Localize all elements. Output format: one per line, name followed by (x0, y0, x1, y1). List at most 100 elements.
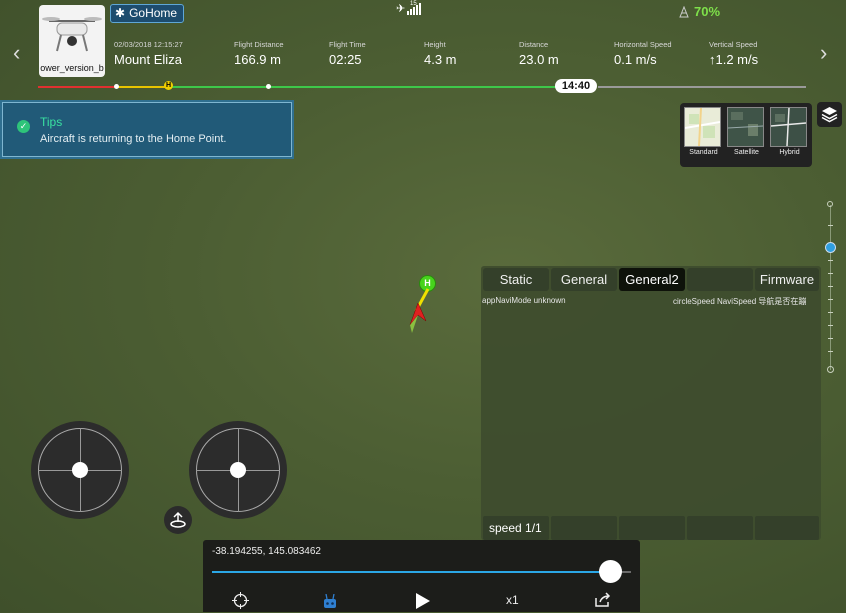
layers-icon (821, 107, 838, 123)
stat-label: Horizontal Speed (614, 40, 672, 49)
next-arrow-icon[interactable]: › (820, 40, 827, 66)
footer-cell (619, 516, 685, 540)
thumbnail-caption: ower_version_b (40, 63, 104, 73)
satellite-count: 15 (410, 1, 417, 7)
stat-value: 4.3 m (424, 52, 457, 67)
tab-general2[interactable]: General2 (619, 268, 685, 291)
stat-label: Flight Distance (234, 40, 284, 49)
stat-vertical-speed: Vertical Speed ↑1.2 m/s (709, 40, 758, 67)
play-button[interactable] (415, 592, 431, 613)
debug-panel: Static General General2 Firmware appNavi… (481, 266, 821, 540)
flight-mode-badge: ✱ GoHome (110, 4, 185, 23)
flight-timeline[interactable]: H 14:40 (38, 79, 806, 93)
gohome-icon: ✱ (115, 6, 126, 20)
stat-value: 02:25 (329, 52, 362, 67)
takeoff-land-button[interactable] (164, 506, 192, 534)
flight-header: ower_version_b ✱ GoHome ✈ 15 70% ‹ › 02/… (0, 0, 846, 96)
aircraft-icon (409, 288, 430, 333)
speed-readout: speed 1/1 (483, 516, 549, 540)
stat-flight-distance: Flight Distance 166.9 m (234, 40, 284, 67)
check-icon: ✓ (17, 120, 30, 133)
playback-speed-button[interactable]: x1 (506, 593, 519, 607)
map-type-label: Satellite (734, 149, 759, 156)
share-icon (595, 592, 611, 607)
footer-cell (551, 516, 617, 540)
map-type-selector: Standard Satellite Hybrid (680, 103, 812, 167)
timeline-marker (266, 84, 271, 89)
playback-bar: -38.194255, 145.083462 x1 (203, 540, 640, 612)
tab-general[interactable]: General (551, 268, 617, 291)
flight-mode-label: GoHome (129, 6, 178, 20)
timeline-marker (114, 84, 119, 89)
timeline-segment-remaining (598, 86, 806, 88)
joystick-knob[interactable] (72, 462, 88, 478)
prev-arrow-icon[interactable]: ‹ (13, 40, 20, 66)
left-joystick[interactable] (31, 421, 129, 519)
standard-map-icon (684, 107, 721, 147)
zoom-slider-knob[interactable] (825, 242, 836, 253)
tips-panel: ✓ Tips Aircraft is returning to the Home… (2, 102, 292, 157)
timeline-segment-yellow (116, 86, 170, 88)
share-button[interactable] (593, 592, 611, 611)
hybrid-map-icon (770, 107, 807, 147)
stat-height: Height 4.3 m (424, 40, 457, 67)
drone-icon (42, 17, 102, 52)
playback-progress-track[interactable] (212, 560, 631, 583)
aircraft-thumbnail[interactable]: ower_version_b (39, 5, 105, 77)
map-type-label: Standard (689, 149, 718, 156)
stat-flight-time: Flight Time 02:25 (329, 40, 366, 67)
zoom-tick (828, 338, 833, 339)
zoom-bottom-cap (827, 366, 834, 373)
crosshair-icon (232, 592, 249, 609)
zoom-tick (828, 273, 833, 274)
remote-controller-icon (324, 593, 336, 608)
tips-title: Tips (40, 115, 63, 129)
flight-location: Mount Eliza (114, 52, 182, 67)
tips-message: Aircraft is returning to the Home Point. (40, 133, 227, 145)
coordinates-readout: -38.194255, 145.083462 (212, 546, 321, 557)
zoom-tick (828, 299, 833, 300)
zoom-top-cap (827, 201, 833, 207)
playback-progress-fill (212, 571, 610, 573)
stat-label: Vertical Speed (709, 40, 758, 49)
footer-cell (755, 516, 819, 540)
remote-controller-button[interactable] (323, 593, 337, 612)
flight-date-location: 02/03/2018 12:15:27 Mount Eliza (114, 40, 183, 67)
map-type-hybrid[interactable]: Hybrid (770, 107, 809, 157)
joystick-knob[interactable] (230, 462, 246, 478)
tab-firmware[interactable]: Firmware (755, 268, 819, 291)
tab-empty[interactable] (687, 268, 753, 291)
stat-value: 23.0 m (519, 52, 559, 67)
satellite-map-icon (727, 107, 764, 147)
stat-horizontal-speed: Horizontal Speed 0.1 m/s (614, 40, 672, 67)
timeline-segment-green (170, 86, 558, 88)
playback-progress-knob[interactable] (599, 560, 622, 583)
gps-status: ✈ 15 (396, 1, 422, 15)
tab-static[interactable]: Static (483, 268, 549, 291)
timeline-segment-red (38, 86, 116, 88)
recenter-button[interactable] (232, 592, 249, 612)
stat-label: Distance (519, 40, 549, 49)
timeline-time-label[interactable]: 14:40 (555, 79, 597, 93)
zoom-tick (828, 286, 833, 287)
timeline-home-marker: H (164, 81, 173, 90)
zoom-tick (828, 260, 833, 261)
debug-cell-right: circleSpeed NaviSpeed 导航是否在蹦 (673, 297, 807, 306)
takeoff-icon (170, 511, 186, 528)
stat-value: 166.9 m (234, 52, 281, 67)
map-type-standard[interactable]: Standard (684, 107, 723, 157)
zoom-slider[interactable] (828, 205, 833, 370)
satellite-icon: ✈ (396, 3, 406, 15)
right-joystick[interactable] (189, 421, 287, 519)
stat-label: Height (424, 40, 446, 49)
battery-icon (679, 5, 689, 17)
zoom-tick (828, 312, 833, 313)
zoom-tick (828, 225, 833, 226)
battery-percent: 70% (694, 4, 721, 19)
play-icon (416, 593, 430, 609)
debug-footer: speed 1/1 (481, 516, 821, 540)
stat-label: Flight Time (329, 40, 366, 49)
layers-button[interactable] (817, 102, 842, 127)
stat-value: 0.1 m/s (614, 52, 657, 67)
map-type-satellite[interactable]: Satellite (727, 107, 766, 157)
